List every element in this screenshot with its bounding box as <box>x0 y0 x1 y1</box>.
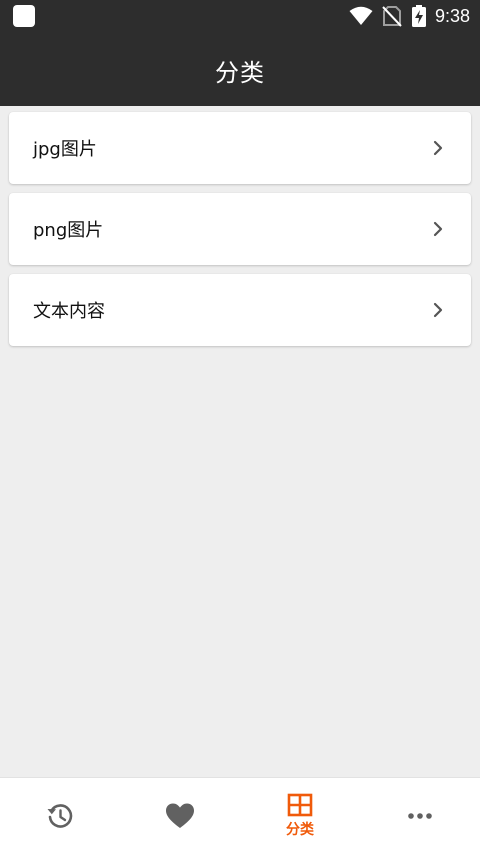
tab-favorites[interactable] <box>120 778 240 853</box>
bottom-navigation: 分类 <box>0 777 480 853</box>
tab-more[interactable] <box>360 778 480 853</box>
page-title: 分类 <box>215 58 265 87</box>
category-grid-icon <box>287 793 313 816</box>
status-icons: 9:38 <box>349 4 470 28</box>
app-root: 9:38 分类 jpg图片 png图片 文本内容 分类 <box>0 0 480 853</box>
battery-charging-icon <box>411 5 426 27</box>
category-label: png图片 <box>33 220 104 241</box>
status-time: 9:38 <box>434 5 470 26</box>
more-icon <box>408 812 432 819</box>
category-label: jpg图片 <box>33 139 97 160</box>
category-label: 文本内容 <box>33 301 105 322</box>
app-notification-icon <box>13 5 35 27</box>
chevron-right-icon <box>433 221 443 237</box>
category-item-jpg[interactable]: jpg图片 <box>9 112 471 184</box>
history-icon <box>47 803 73 828</box>
wifi-icon <box>349 6 373 25</box>
title-bar: 分类 <box>0 34 480 106</box>
tab-history[interactable] <box>0 778 120 853</box>
category-item-png[interactable]: png图片 <box>9 193 471 265</box>
tab-category[interactable]: 分类 <box>240 778 360 853</box>
chevron-right-icon <box>433 140 443 156</box>
app-header: 9:38 分类 <box>0 0 480 106</box>
category-list: jpg图片 png图片 文本内容 <box>9 112 471 355</box>
chevron-right-icon <box>433 302 443 318</box>
tab-category-label: 分类 <box>286 821 314 838</box>
category-item-text[interactable]: 文本内容 <box>9 274 471 346</box>
no-sim-icon <box>382 6 402 27</box>
status-bar: 9:38 <box>0 0 480 34</box>
heart-icon <box>166 803 194 828</box>
